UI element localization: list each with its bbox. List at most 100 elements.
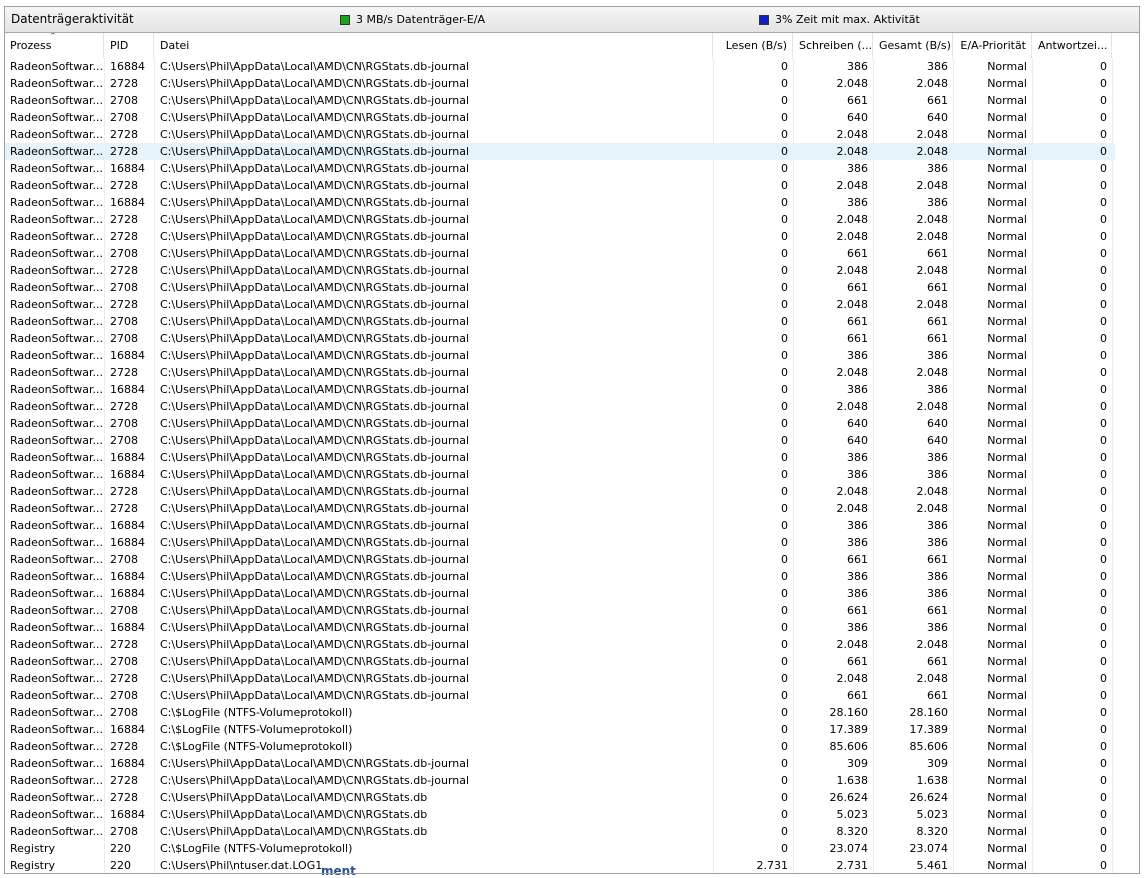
cell-response-time: 0: [1100, 672, 1107, 685]
table-row[interactable]: RadeonSoftwar... 2728 C:\Users\Phil\AppDat…: [5, 772, 1115, 789]
table-row[interactable]: RadeonSoftwar... 16884 C:\Users\Phil\AppDa…: [5, 517, 1115, 534]
cell-total: 661: [927, 247, 948, 260]
table-row[interactable]: RadeonSoftwar... 16884 C:\$LogFile (NTFS-V…: [5, 721, 1115, 738]
cell-read: 0: [781, 570, 788, 583]
cell-read: 0: [781, 791, 788, 804]
cell-read: 0: [781, 468, 788, 481]
table-row[interactable]: RadeonSoftwar... 2728 C:\Users\Phil\AppDat…: [5, 75, 1115, 92]
table-row[interactable]: RadeonSoftwar... 2728 C:\$LogFile (NTFS-Vo…: [5, 738, 1115, 755]
table-row[interactable]: RadeonSoftwar... 2728 C:\Users\Phil\AppDat…: [5, 126, 1115, 143]
cell-write: 661: [847, 315, 868, 328]
table-row[interactable]: RadeonSoftwar... 16884 C:\Users\Phil\AppDa…: [5, 160, 1115, 177]
table-row[interactable]: RadeonSoftwar... 2728 C:\Users\Phil\AppDat…: [5, 211, 1115, 228]
cell-total: 2.048: [916, 502, 949, 515]
cell-write: 386: [847, 468, 868, 481]
cell-read: 0: [781, 587, 788, 600]
cell-priority: Normal: [987, 298, 1027, 311]
cell-write: 2.048: [836, 485, 869, 498]
table-row[interactable]: RadeonSoftwar... 2708 C:\Users\Phil\AppDat…: [5, 823, 1115, 840]
table-row[interactable]: RadeonSoftwar... 2708 C:\Users\Phil\AppDat…: [5, 109, 1115, 126]
table-row[interactable]: RadeonSoftwar... 2728 C:\Users\Phil\AppDat…: [5, 262, 1115, 279]
column-header-pid[interactable]: PID: [105, 33, 154, 58]
table-row[interactable]: RadeonSoftwar... 2728 C:\Users\Phil\AppDat…: [5, 143, 1115, 160]
cell-process: RadeonSoftwar...: [10, 791, 104, 804]
table-row[interactable]: RadeonSoftwar... 2708 C:\Users\Phil\AppDat…: [5, 92, 1115, 109]
cell-write: 2.048: [836, 672, 869, 685]
cell-total: 2.048: [916, 77, 949, 90]
cell-total: 2.048: [916, 264, 949, 277]
cell-total: 28.160: [909, 706, 949, 719]
cell-read: 0: [781, 689, 788, 702]
cell-response-time: 0: [1100, 723, 1107, 736]
table-row[interactable]: RadeonSoftwar... 16884 C:\Users\Phil\AppDa…: [5, 194, 1115, 211]
table-row[interactable]: RadeonSoftwar... 16884 C:\Users\Phil\AppDa…: [5, 568, 1115, 585]
cell-write: 640: [847, 111, 868, 124]
table-row[interactable]: RadeonSoftwar... 2728 C:\Users\Phil\AppDat…: [5, 177, 1115, 194]
table-row[interactable]: RadeonSoftwar... 2728 C:\Users\Phil\AppDat…: [5, 500, 1115, 517]
table-row[interactable]: RadeonSoftwar... 16884 C:\Users\Phil\AppDa…: [5, 806, 1115, 823]
column-header-response-time[interactable]: Antwortzei...: [1033, 33, 1112, 58]
table-row[interactable]: RadeonSoftwar... 2728 C:\Users\Phil\AppDat…: [5, 398, 1115, 415]
cell-read: 0: [781, 111, 788, 124]
cell-total: 661: [927, 604, 948, 617]
column-header-priority[interactable]: E/A-Priorität: [954, 33, 1032, 58]
table-row[interactable]: RadeonSoftwar... 2708 C:\Users\Phil\AppDat…: [5, 245, 1115, 262]
cell-response-time: 0: [1100, 604, 1107, 617]
table-row[interactable]: RadeonSoftwar... 2708 C:\Users\Phil\AppDat…: [5, 687, 1115, 704]
cell-read: 0: [781, 417, 788, 430]
table-row[interactable]: RadeonSoftwar... 2728 C:\Users\Phil\AppDat…: [5, 636, 1115, 653]
column-header-total[interactable]: Gesamt (B/s): [874, 33, 953, 58]
cell-pid: 16884: [110, 723, 145, 736]
table-row[interactable]: RadeonSoftwar... 16884 C:\Users\Phil\AppDa…: [5, 449, 1115, 466]
table-row[interactable]: Registry 220 C:\Users\Phil\ntuser.dat.LOG1…: [5, 857, 1115, 874]
column-header-process[interactable]: ⌃ Prozess: [5, 33, 104, 58]
table-row[interactable]: RadeonSoftwar... 2708 C:\Users\Phil\AppDat…: [5, 551, 1115, 568]
cell-write: 17.389: [829, 723, 869, 736]
disk-activity-header[interactable]: Datenträgeraktivität 3 MB/s Datenträger-…: [5, 7, 1139, 33]
cell-total: 386: [927, 60, 948, 73]
table-row[interactable]: RadeonSoftwar... 2728 C:\Users\Phil\AppDat…: [5, 670, 1115, 687]
table-row[interactable]: RadeonSoftwar... 2728 C:\Users\Phil\AppDat…: [5, 364, 1115, 381]
legend-disk-io-label: 3 MB/s Datenträger-E/A: [356, 13, 486, 26]
table-row[interactable]: RadeonSoftwar... 2728 C:\Users\Phil\AppDat…: [5, 228, 1115, 245]
cell-read: 0: [781, 247, 788, 260]
column-header-write[interactable]: Schreiben (...: [794, 33, 873, 58]
cell-read: 0: [781, 502, 788, 515]
table-row[interactable]: RadeonSoftwar... 2708 C:\Users\Phil\AppDat…: [5, 313, 1115, 330]
cell-response-time: 0: [1100, 825, 1107, 838]
cell-read: 0: [781, 298, 788, 311]
cell-response-time: 0: [1100, 111, 1107, 124]
cell-process: RadeonSoftwar...: [10, 128, 104, 141]
table-row[interactable]: RadeonSoftwar... 2708 C:\Users\Phil\AppDat…: [5, 602, 1115, 619]
table-row[interactable]: RadeonSoftwar... 16884 C:\Users\Phil\AppDa…: [5, 381, 1115, 398]
table-row[interactable]: RadeonSoftwar... 2708 C:\$LogFile (NTFS-Vo…: [5, 704, 1115, 721]
table-row[interactable]: RadeonSoftwar... 2708 C:\Users\Phil\AppDat…: [5, 415, 1115, 432]
table-row[interactable]: RadeonSoftwar... 2708 C:\Users\Phil\AppDat…: [5, 279, 1115, 296]
table-row[interactable]: RadeonSoftwar... 16884 C:\Users\Phil\AppDa…: [5, 619, 1115, 636]
table-row[interactable]: RadeonSoftwar... 16884 C:\Users\Phil\AppDa…: [5, 58, 1115, 75]
cell-file: C:\Users\Phil\AppData\Local\AMD\CN\RGSta…: [160, 638, 470, 651]
column-header-read[interactable]: Lesen (B/s): [714, 33, 793, 58]
table-row[interactable]: RadeonSoftwar... 2728 C:\Users\Phil\AppDat…: [5, 483, 1115, 500]
table-row[interactable]: RadeonSoftwar... 16884 C:\Users\Phil\AppDa…: [5, 534, 1115, 551]
cell-write: 386: [847, 196, 868, 209]
table-row[interactable]: RadeonSoftwar... 16884 C:\Users\Phil\AppDa…: [5, 755, 1115, 772]
table-row[interactable]: RadeonSoftwar... 2708 C:\Users\Phil\AppDat…: [5, 653, 1115, 670]
cell-priority: Normal: [987, 451, 1027, 464]
cell-response-time: 0: [1100, 740, 1107, 753]
column-header-file[interactable]: Datei: [155, 33, 713, 58]
table-row[interactable]: RadeonSoftwar... 2708 C:\Users\Phil\AppDat…: [5, 330, 1115, 347]
table-row[interactable]: RadeonSoftwar... 2708 C:\Users\Phil\AppDat…: [5, 432, 1115, 449]
table-row[interactable]: RadeonSoftwar... 2728 C:\Users\Phil\AppDat…: [5, 296, 1115, 313]
table-row[interactable]: RadeonSoftwar... 16884 C:\Users\Phil\AppDa…: [5, 347, 1115, 364]
table-row[interactable]: RadeonSoftwar... 16884 C:\Users\Phil\AppDa…: [5, 585, 1115, 602]
table-row[interactable]: RadeonSoftwar... 16884 C:\Users\Phil\AppDa…: [5, 466, 1115, 483]
cell-response-time: 0: [1100, 485, 1107, 498]
cell-response-time: 0: [1100, 60, 1107, 73]
cell-priority: Normal: [987, 315, 1027, 328]
cell-response-time: 0: [1100, 689, 1107, 702]
table-row[interactable]: Registry 220 C:\$LogFile (NTFS-Volumeproto…: [5, 840, 1115, 857]
cell-response-time: 0: [1100, 468, 1107, 481]
cell-file: C:\Users\Phil\AppData\Local\AMD\CN\RGSta…: [160, 247, 470, 260]
table-row[interactable]: RadeonSoftwar... 2728 C:\Users\Phil\AppDat…: [5, 789, 1115, 806]
